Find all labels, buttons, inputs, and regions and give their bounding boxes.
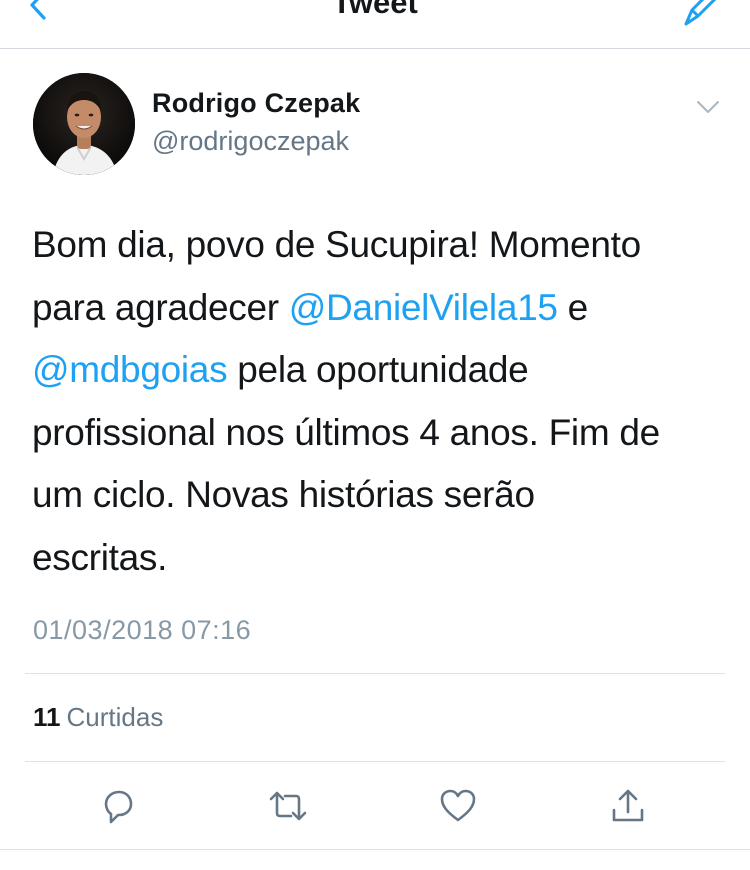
author-name[interactable]: Rodrigo Czepak — [152, 87, 360, 119]
page-title: Tweet — [332, 0, 418, 20]
reply-icon — [104, 790, 133, 824]
compose-tweet-button[interactable] — [680, 0, 720, 28]
tweet-text-line: profissional nos últimos 4 anos. Fim de — [32, 402, 732, 465]
likes-count: 11 — [33, 702, 61, 732]
avatar[interactable] — [33, 73, 135, 175]
tweet-text-line: @mdbgoias pela oportunidade — [32, 339, 732, 402]
mention-link[interactable]: @mdbgoias — [32, 349, 228, 390]
tweet-text-line: escritas. — [32, 527, 732, 590]
tweet-text-segment: um ciclo. Novas histórias serão — [32, 474, 535, 515]
share-button[interactable] — [606, 784, 650, 828]
divider — [0, 849, 750, 850]
tweet-header: Rodrigo Czepak @rodrigoczepak — [0, 49, 750, 189]
tweet-text-segment: para agradecer — [32, 286, 289, 328]
divider — [25, 673, 725, 674]
nav-bar: Tweet — [0, 0, 750, 49]
tweet-text-line: para agradecer @DanielVilela15 e — [32, 277, 732, 340]
tweet-text: Bom dia, povo de Sucupira! Momento para a… — [32, 214, 732, 589]
retweet-icon — [269, 791, 307, 821]
likes-count-link[interactable]: 11 Curtidas — [33, 700, 163, 734]
tweet-text-line: Bom dia, povo de Sucupira! Momento — [32, 214, 732, 277]
share-icon — [612, 789, 644, 822]
tweet-text-segment: profissional nos últimos 4 anos. Fim de — [32, 411, 660, 453]
divider — [25, 761, 725, 762]
tweet-text-segment: Bom dia, povo de Sucupira! Momento — [32, 224, 641, 265]
chevron-down-icon — [697, 101, 719, 113]
mention-link[interactable]: @DanielVilela15 — [289, 287, 558, 328]
like-icon — [440, 789, 476, 822]
reply-button[interactable] — [96, 784, 140, 828]
profile-photo — [33, 73, 135, 175]
tweet-options-button[interactable] — [694, 93, 722, 121]
tweet-text-segment: escritas. — [32, 536, 168, 578]
tweet-timestamp: 01/03/2018 07:16 — [33, 615, 252, 645]
tweet-text-segment: e — [557, 286, 589, 328]
tweet-action-bar — [0, 780, 750, 836]
compose-tweet-icon — [684, 0, 717, 26]
tweet-text-line: um ciclo. Novas histórias serão — [32, 464, 732, 527]
retweet-button[interactable] — [266, 784, 310, 828]
like-button[interactable] — [436, 784, 480, 828]
author-handle[interactable]: @rodrigoczepak — [152, 125, 349, 157]
likes-label: Curtidas — [66, 702, 164, 732]
tweet-text-segment: pela oportunidade — [227, 349, 529, 390]
